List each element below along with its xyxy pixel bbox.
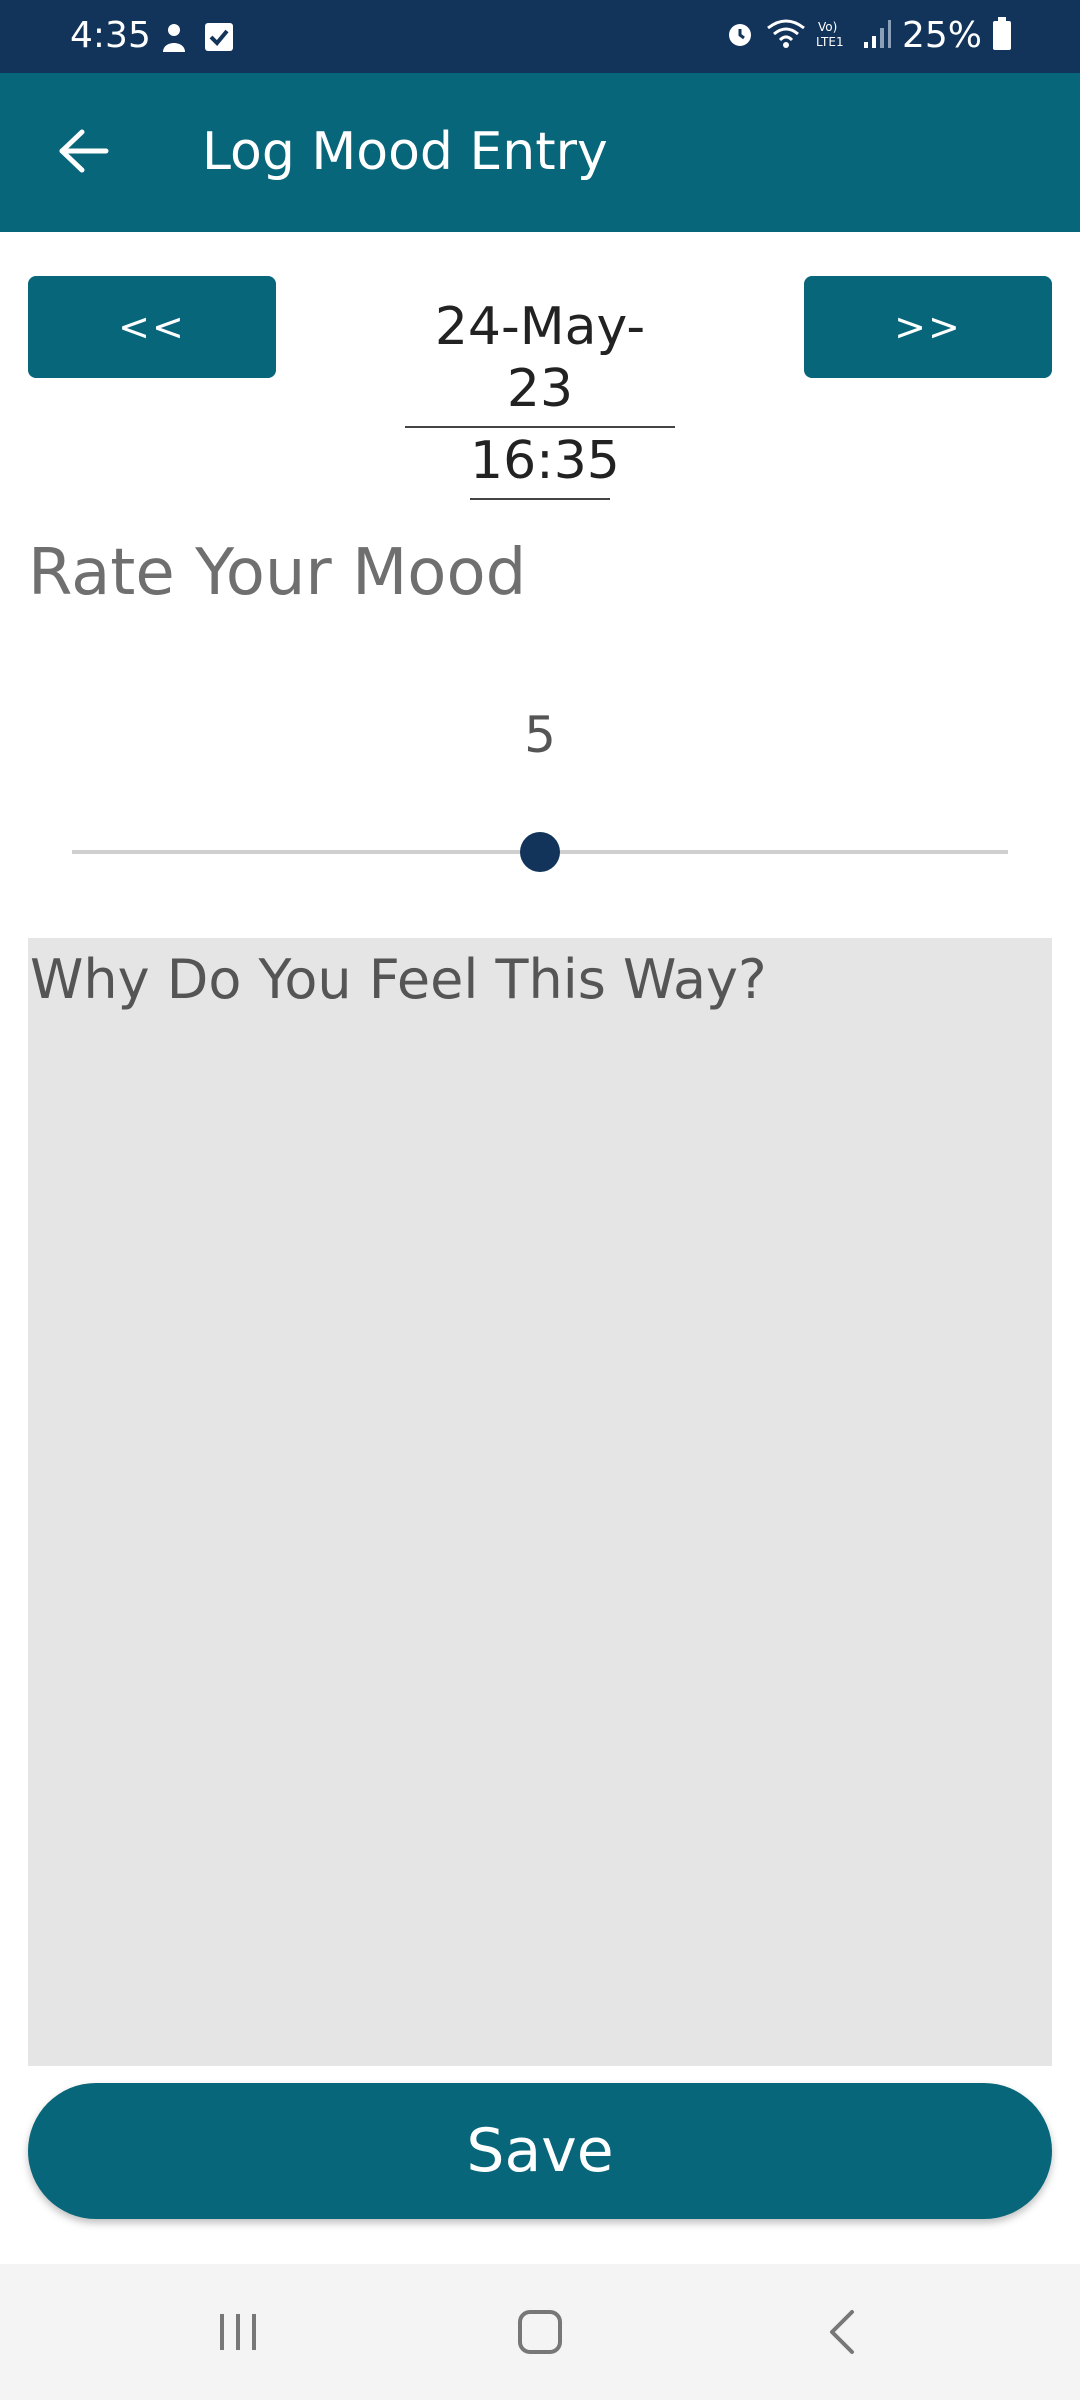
time-field[interactable]: 16:35	[470, 430, 620, 500]
status-left-icons	[160, 22, 234, 58]
next-day-button[interactable]: >>	[804, 276, 1052, 378]
mood-value: 5	[524, 706, 556, 764]
back-button[interactable]	[44, 113, 124, 193]
rate-mood-label: Rate Your Mood	[28, 536, 527, 610]
home-icon	[516, 2308, 564, 2360]
signal-icon	[862, 18, 892, 54]
status-right-icons: Vo) LTE1 25%	[724, 16, 1012, 56]
checkbox-icon	[204, 22, 234, 58]
wifi-icon	[766, 18, 806, 54]
battery-percent: 25%	[901, 15, 982, 56]
system-navigation-bar	[0, 2264, 1080, 2400]
app-bar: Log Mood Entry	[0, 73, 1080, 232]
battery-icon	[992, 17, 1012, 55]
status-time: 4:35	[70, 15, 151, 56]
back-icon	[822, 2308, 862, 2360]
home-button[interactable]	[500, 2294, 580, 2374]
previous-day-button[interactable]: <<	[28, 276, 276, 378]
volte-icon: Vo) LTE1	[816, 18, 852, 54]
alarm-icon	[724, 18, 756, 54]
slider-thumb[interactable]	[520, 832, 560, 872]
user-icon	[160, 22, 188, 58]
recents-button[interactable]	[198, 2294, 278, 2374]
feeling-text-area[interactable]: Why Do You Feel This Way?	[28, 938, 1052, 2066]
system-back-button[interactable]	[802, 2294, 882, 2374]
svg-text:LTE1: LTE1	[816, 35, 844, 49]
status-bar: 4:35 Vo) LTE1 25%	[0, 0, 1080, 73]
svg-text:Vo): Vo)	[818, 20, 837, 34]
page-title: Log Mood Entry	[202, 122, 608, 182]
save-button[interactable]: Save	[28, 2083, 1052, 2219]
mood-slider[interactable]	[72, 830, 1008, 874]
recents-icon	[216, 2310, 260, 2358]
date-field[interactable]: 24-May-23	[405, 296, 675, 428]
back-arrow-icon	[58, 128, 110, 178]
